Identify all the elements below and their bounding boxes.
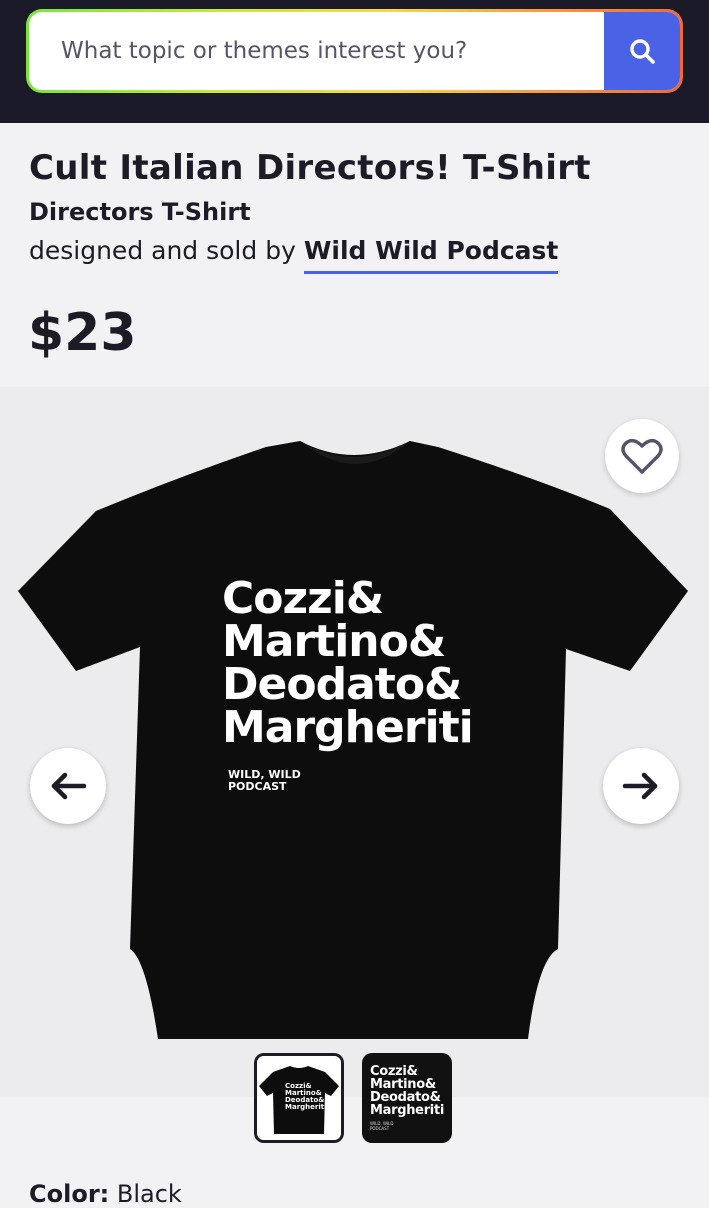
- search-bar: [26, 9, 683, 93]
- logo-line: PODCAST: [228, 780, 287, 793]
- thumbnail-design[interactable]: Cozzi& Martino& Deodato& Margheriti WILD…: [362, 1053, 452, 1143]
- top-header: [0, 0, 709, 123]
- selected-color: Color: Black: [29, 1180, 182, 1208]
- print-line: Martino&: [222, 616, 446, 667]
- arrow-right-icon: [622, 772, 658, 800]
- print-line: Deodato&: [222, 659, 462, 710]
- product-price: $23: [28, 303, 137, 363]
- thumbnail-design-logo: WILD, WILD PODCAST: [370, 1121, 393, 1131]
- arrow-left-icon: [51, 772, 87, 800]
- print-line: Margheriti: [222, 702, 474, 753]
- thumbnail-logo-line: PODCAST: [370, 1126, 390, 1131]
- previous-image-button[interactable]: [30, 748, 106, 824]
- byline-prefix: designed and sold by: [29, 236, 296, 265]
- shirt-print-text: Cozzi& Martino& Deodato& Margheriti: [222, 573, 474, 753]
- product-title: Cult Italian Directors! T-Shirt: [29, 148, 591, 188]
- next-image-button[interactable]: [603, 748, 679, 824]
- color-value: Black: [116, 1180, 182, 1208]
- thumbnail-print-line: Margheriti: [285, 1103, 327, 1111]
- search-button[interactable]: [604, 12, 680, 90]
- thumbnail-tshirt[interactable]: Cozzi& Martino& Deodato& Margheriti: [254, 1053, 344, 1143]
- product-gallery: Cozzi& Martino& Deodato& Margheriti WILD…: [0, 387, 709, 1143]
- search-input[interactable]: [29, 12, 604, 90]
- search-container: [29, 12, 680, 90]
- heart-icon: [621, 438, 663, 474]
- shirt-print-logo: WILD, WILD PODCAST: [228, 769, 301, 793]
- print-line: Cozzi&: [222, 573, 384, 624]
- thumbnail-design-text: Cozzi& Martino& Deodato& Margheriti: [370, 1065, 444, 1117]
- designer-link[interactable]: Wild Wild Podcast: [303, 236, 559, 274]
- favorite-button[interactable]: [605, 419, 679, 493]
- search-icon: [630, 39, 655, 64]
- designer-byline: designed and sold by Wild Wild Podcast: [29, 236, 559, 274]
- thumbnail-print-text: Cozzi& Martino& Deodato& Margheriti: [285, 1083, 326, 1111]
- thumbnail-design-line: Margheriti: [370, 1103, 445, 1118]
- product-subtitle: Directors T-Shirt: [29, 198, 251, 226]
- color-label: Color:: [29, 1180, 110, 1208]
